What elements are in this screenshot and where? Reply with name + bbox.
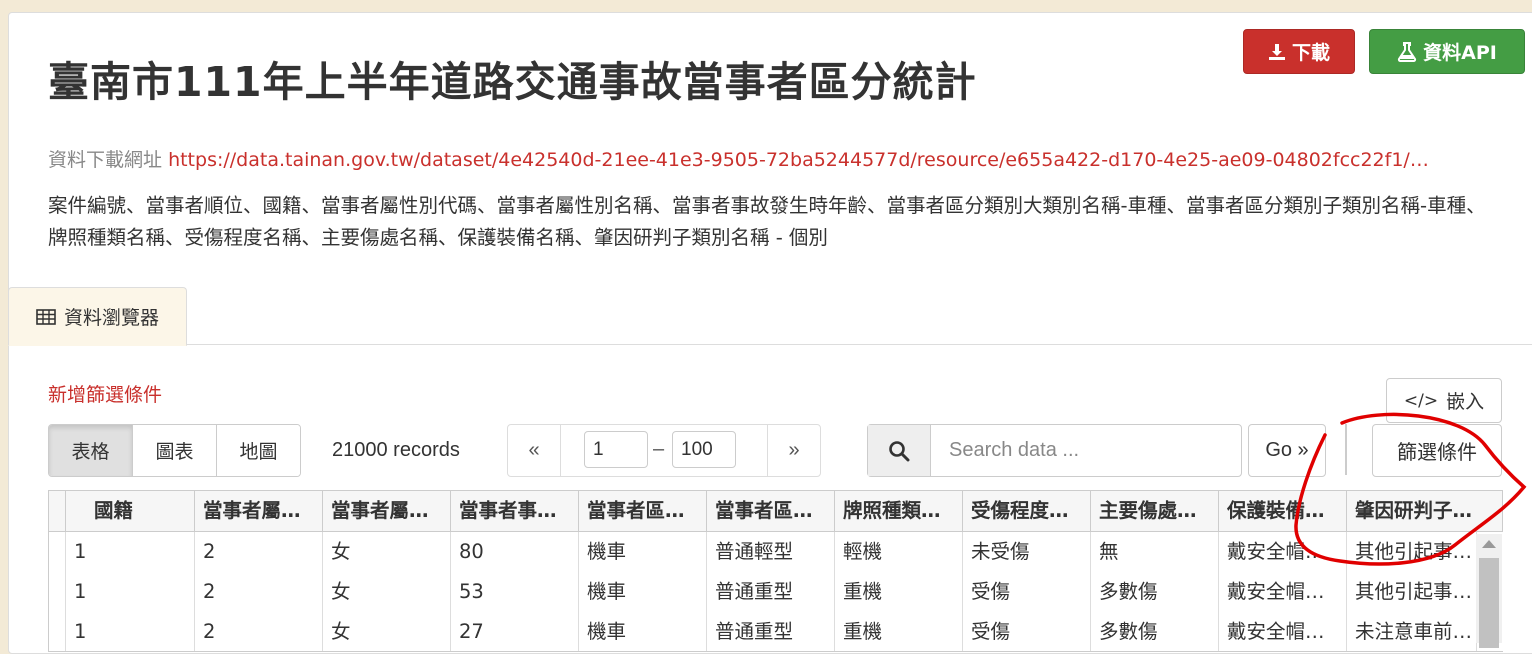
table-cell: 未受傷 [963,532,1091,572]
scroll-up-arrow-icon[interactable] [1482,540,1496,548]
table-cell: 53 [451,572,579,612]
view-table-button[interactable]: 表格 [49,425,133,476]
table-cell: 2 [195,612,323,651]
table-cell: 戴安全帽… [1219,532,1347,572]
download-url-link[interactable]: https://data.tainan.gov.tw/dataset/4e425… [168,149,1429,171]
table-cell: 未注意車前… [1347,612,1477,651]
embed-label: 嵌入 [1446,391,1485,413]
column-header-vehicle-category[interactable]: 當事者區… [579,491,707,531]
view-map-button[interactable]: 地圖 [217,425,300,476]
table-cell: 2 [195,532,323,572]
table-cell: 女 [323,532,451,572]
table-cell: 重機 [835,612,963,651]
table-cell: 機車 [579,532,707,572]
column-header-injury-level[interactable]: 受傷程度… [963,491,1091,531]
table-cell: 重機 [835,572,963,612]
data-api-label: 資料API [1423,42,1497,64]
table-cell [49,532,66,572]
search-group [867,424,1242,477]
download-button[interactable]: 下載 [1243,29,1355,74]
table-cell: 戴安全帽… [1219,572,1347,612]
tab-divider [8,344,1532,345]
go-button[interactable]: Go » [1248,424,1326,477]
toolbar-separator [1345,424,1347,475]
column-header-party-age[interactable]: 當事者事… [451,491,579,531]
prev-page-button[interactable]: « [508,425,561,476]
scrollbar-thumb[interactable] [1479,558,1499,648]
table-cell: 普通重型 [707,572,835,612]
download-icon [1268,43,1285,60]
search-input[interactable] [931,425,1241,476]
table-cell [49,572,66,612]
data-grid: ​ 國籍 當事者屬… 當事者屬… 當事者事… 當事者區… 當事者區… 牌照種類…… [48,490,1503,652]
column-header-main-injury[interactable]: 主要傷處… [1091,491,1219,531]
grid-header: ​ 國籍 當事者屬… 當事者屬… 當事者事… 當事者區… 當事者區… 牌照種類…… [49,491,1503,532]
table-cell: 女 [323,572,451,612]
column-header-license-type[interactable]: 牌照種類… [835,491,963,531]
column-header-protective-gear[interactable]: 保護裝備… [1219,491,1347,531]
view-switcher: 表格 圖表 地圖 [48,424,301,477]
table-cell: 1 [66,572,195,612]
dataset-description: 案件編號、當事者順位、國籍、當事者屬性別代碼、當事者屬性別名稱、當事者事故發生時… [48,194,1486,249]
grid-scrollbar[interactable] [1476,534,1502,648]
table-cell: 1 [66,612,195,651]
download-label: 下載 [1291,42,1330,64]
table-cell: 其他引起事… [1347,572,1477,612]
table-row[interactable]: 1 2 女 80 機車 普通輕型 輕機 未受傷 無 戴安全帽… 其他引起事… [49,532,1503,573]
table-cell: 女 [323,612,451,651]
tab-label: 資料瀏覽器 [63,307,159,329]
page-to-input[interactable] [672,431,736,468]
table-icon [36,308,56,325]
search-icon [889,440,910,461]
table-cell: 輕機 [835,532,963,572]
table-cell: 機車 [579,572,707,612]
table-row[interactable]: 1 2 女 53 機車 普通重型 重機 受傷 多數傷 戴安全帽… 其他引起事… [49,572,1503,613]
table-cell: 無 [1091,532,1219,572]
flask-icon [1397,41,1417,62]
table-cell: 機車 [579,612,707,651]
filter-conditions-button[interactable]: 篩選條件 [1372,424,1502,477]
download-url-label: 資料下載網址 [48,149,163,171]
column-header-cut[interactable]: ​ [49,491,66,531]
table-cell: 多數傷 [1091,612,1219,651]
column-header-party-gender-name[interactable]: 當事者屬… [323,491,451,531]
table-cell: 受傷 [963,572,1091,612]
column-header-nationality[interactable]: 國籍 [66,491,195,531]
table-cell: 1 [66,532,195,572]
tab-data-explorer[interactable]: 資料瀏覽器 [8,287,187,346]
column-header-cause[interactable]: 肇因研判子… [1347,491,1503,531]
view-chart-button[interactable]: 圖表 [133,425,217,476]
table-row[interactable]: 1 2 女 27 機車 普通重型 重機 受傷 多數傷 戴安全帽… 未注意車前… [49,612,1503,651]
data-api-button[interactable]: 資料API [1369,29,1525,74]
table-cell: 戴安全帽… [1219,612,1347,651]
download-url-line: 資料下載網址 https://data.tainan.gov.tw/datase… [48,145,1429,172]
table-cell: 受傷 [963,612,1091,651]
table-cell [49,612,66,651]
table-cell: 多數傷 [1091,572,1219,612]
column-header-vehicle-subcategory[interactable]: 當事者區… [707,491,835,531]
table-cell: 普通重型 [707,612,835,651]
column-header-party-gender-code[interactable]: 當事者屬… [195,491,323,531]
add-filter-link[interactable]: 新增篩選條件 [48,380,162,407]
table-cell: 其他引起事… [1347,532,1477,572]
page-title: 臺南市111年上半年道路交通事故當事者區分統計 [48,58,977,106]
pagination: « – » [507,424,821,477]
code-icon: </> [1403,390,1439,411]
page-from-input[interactable] [584,431,648,468]
table-cell: 普通輕型 [707,532,835,572]
next-page-button[interactable]: » [767,425,820,476]
table-cell: 80 [451,532,579,572]
page-range-dash: – [653,438,665,460]
table-cell: 27 [451,612,579,651]
search-addon [868,425,931,476]
embed-button[interactable]: </> 嵌入 [1386,378,1502,423]
record-count: 21000 records [332,439,460,461]
table-cell: 2 [195,572,323,612]
